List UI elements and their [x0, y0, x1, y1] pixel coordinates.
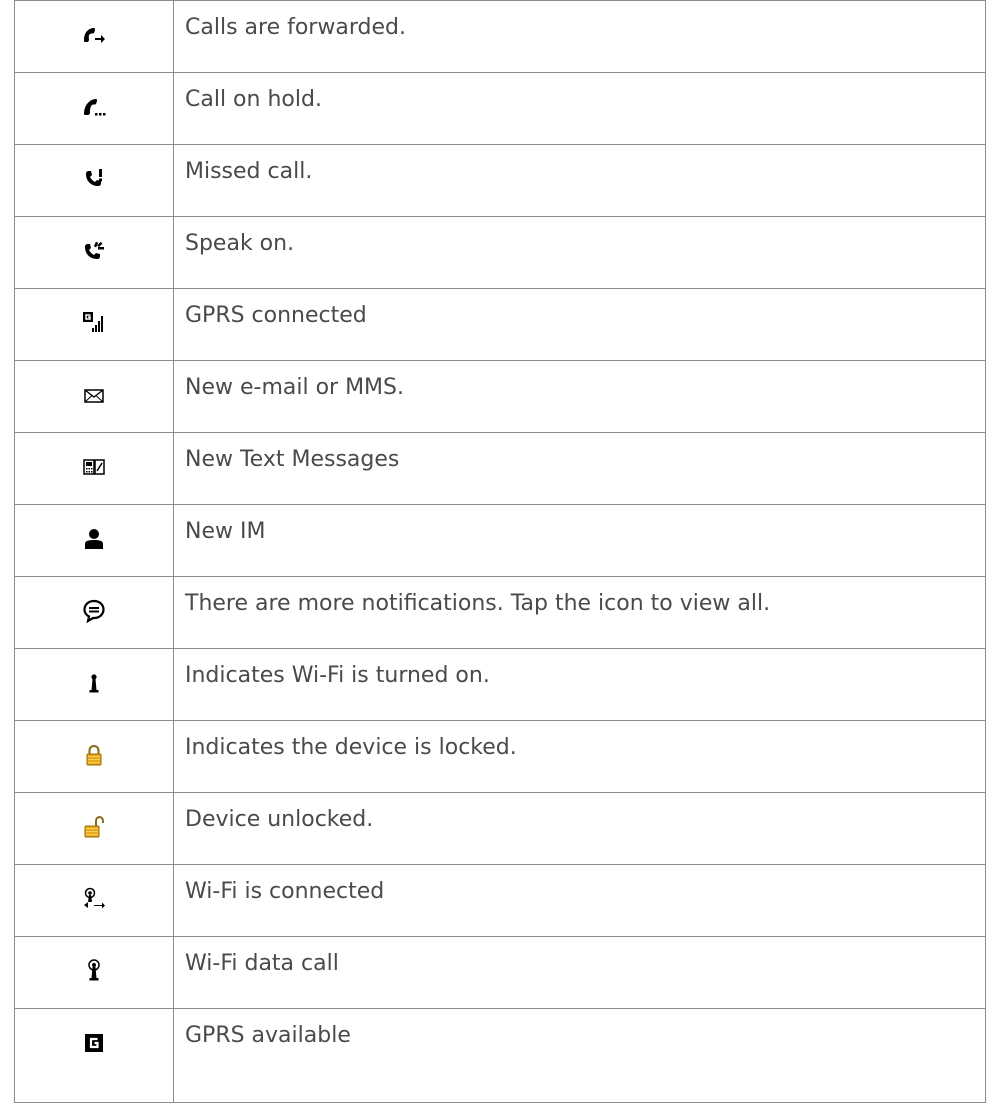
status-icon-table: Calls are forwarded. Call on hold. Misse — [14, 0, 986, 1103]
table-row: GPRS connected — [14, 288, 986, 361]
new-email-icon — [82, 383, 106, 407]
table-row: Indicates the device is locked. — [14, 720, 986, 793]
table-row: Wi-Fi is connected — [14, 864, 986, 937]
description-cell: GPRS available — [173, 1008, 986, 1103]
description-text: New Text Messages — [185, 447, 400, 472]
wifi-data-call-icon — [82, 959, 106, 983]
gprs-available-icon — [82, 1031, 106, 1055]
description-cell: New e-mail or MMS. — [173, 360, 986, 433]
table-row: Speak on. — [14, 216, 986, 289]
icon-cell — [14, 1008, 174, 1103]
missed-call-icon — [82, 167, 106, 191]
table-row: New IM — [14, 504, 986, 577]
icon-cell — [14, 72, 174, 145]
description-text: Calls are forwarded. — [185, 15, 406, 40]
new-im-icon — [82, 527, 106, 551]
table-row: Device unlocked. — [14, 792, 986, 865]
icon-cell — [14, 360, 174, 433]
table-row: GPRS available — [14, 1008, 986, 1103]
table-row: Indicates Wi-Fi is turned on. — [14, 648, 986, 721]
description-text: New e-mail or MMS. — [185, 375, 405, 400]
description-text: GPRS connected — [185, 303, 367, 328]
description-text: Missed call. — [185, 159, 313, 184]
icon-cell — [14, 144, 174, 217]
table-row: Call on hold. — [14, 72, 986, 145]
new-text-message-icon — [82, 455, 106, 479]
gprs-connected-icon — [82, 311, 106, 335]
description-text: GPRS available — [185, 1023, 351, 1048]
icon-cell — [14, 648, 174, 721]
description-text: Indicates Wi-Fi is turned on. — [185, 663, 490, 688]
description-cell: Device unlocked. — [173, 792, 986, 865]
description-cell: New IM — [173, 504, 986, 577]
description-cell: There are more notifications. Tap the ic… — [173, 576, 986, 649]
wifi-connected-icon — [82, 887, 106, 911]
icon-cell — [14, 288, 174, 361]
description-cell: Wi-Fi data call — [173, 936, 986, 1009]
call-on-hold-icon — [82, 95, 106, 119]
description-text: Device unlocked. — [185, 807, 374, 832]
description-text: There are more notifications. Tap the ic… — [185, 591, 771, 616]
icon-cell — [14, 864, 174, 937]
icon-cell — [14, 432, 174, 505]
description-text: Wi-Fi data call — [185, 951, 339, 976]
description-cell: Indicates the device is locked. — [173, 720, 986, 793]
description-text: Indicates the device is locked. — [185, 735, 517, 760]
description-cell: Wi-Fi is connected — [173, 864, 986, 937]
speakerphone-on-icon — [82, 239, 106, 263]
icon-cell — [14, 0, 174, 73]
table-row: New e-mail or MMS. — [14, 360, 986, 433]
icon-cell — [14, 576, 174, 649]
device-unlocked-icon — [82, 815, 106, 839]
icon-cell — [14, 504, 174, 577]
icon-cell — [14, 792, 174, 865]
description-text: Wi-Fi is connected — [185, 879, 385, 904]
table-row: Wi-Fi data call — [14, 936, 986, 1009]
description-text: New IM — [185, 519, 266, 544]
description-cell: Missed call. — [173, 144, 986, 217]
icon-cell — [14, 720, 174, 793]
more-notifications-icon — [82, 599, 106, 623]
device-locked-icon — [82, 743, 106, 767]
wifi-on-icon — [82, 671, 106, 695]
icon-cell — [14, 216, 174, 289]
icon-cell — [14, 936, 174, 1009]
description-cell: New Text Messages — [173, 432, 986, 505]
description-text: Call on hold. — [185, 87, 322, 112]
table-row: There are more notifications. Tap the ic… — [14, 576, 986, 649]
description-cell: Indicates Wi-Fi is turned on. — [173, 648, 986, 721]
description-text: Speak on. — [185, 231, 295, 256]
description-cell: Call on hold. — [173, 72, 986, 145]
description-cell: GPRS connected — [173, 288, 986, 361]
table-row: New Text Messages — [14, 432, 986, 505]
table-row: Calls are forwarded. — [14, 0, 986, 73]
description-cell: Speak on. — [173, 216, 986, 289]
description-cell: Calls are forwarded. — [173, 0, 986, 73]
table-row: Missed call. — [14, 144, 986, 217]
call-forwarded-icon — [82, 23, 106, 47]
